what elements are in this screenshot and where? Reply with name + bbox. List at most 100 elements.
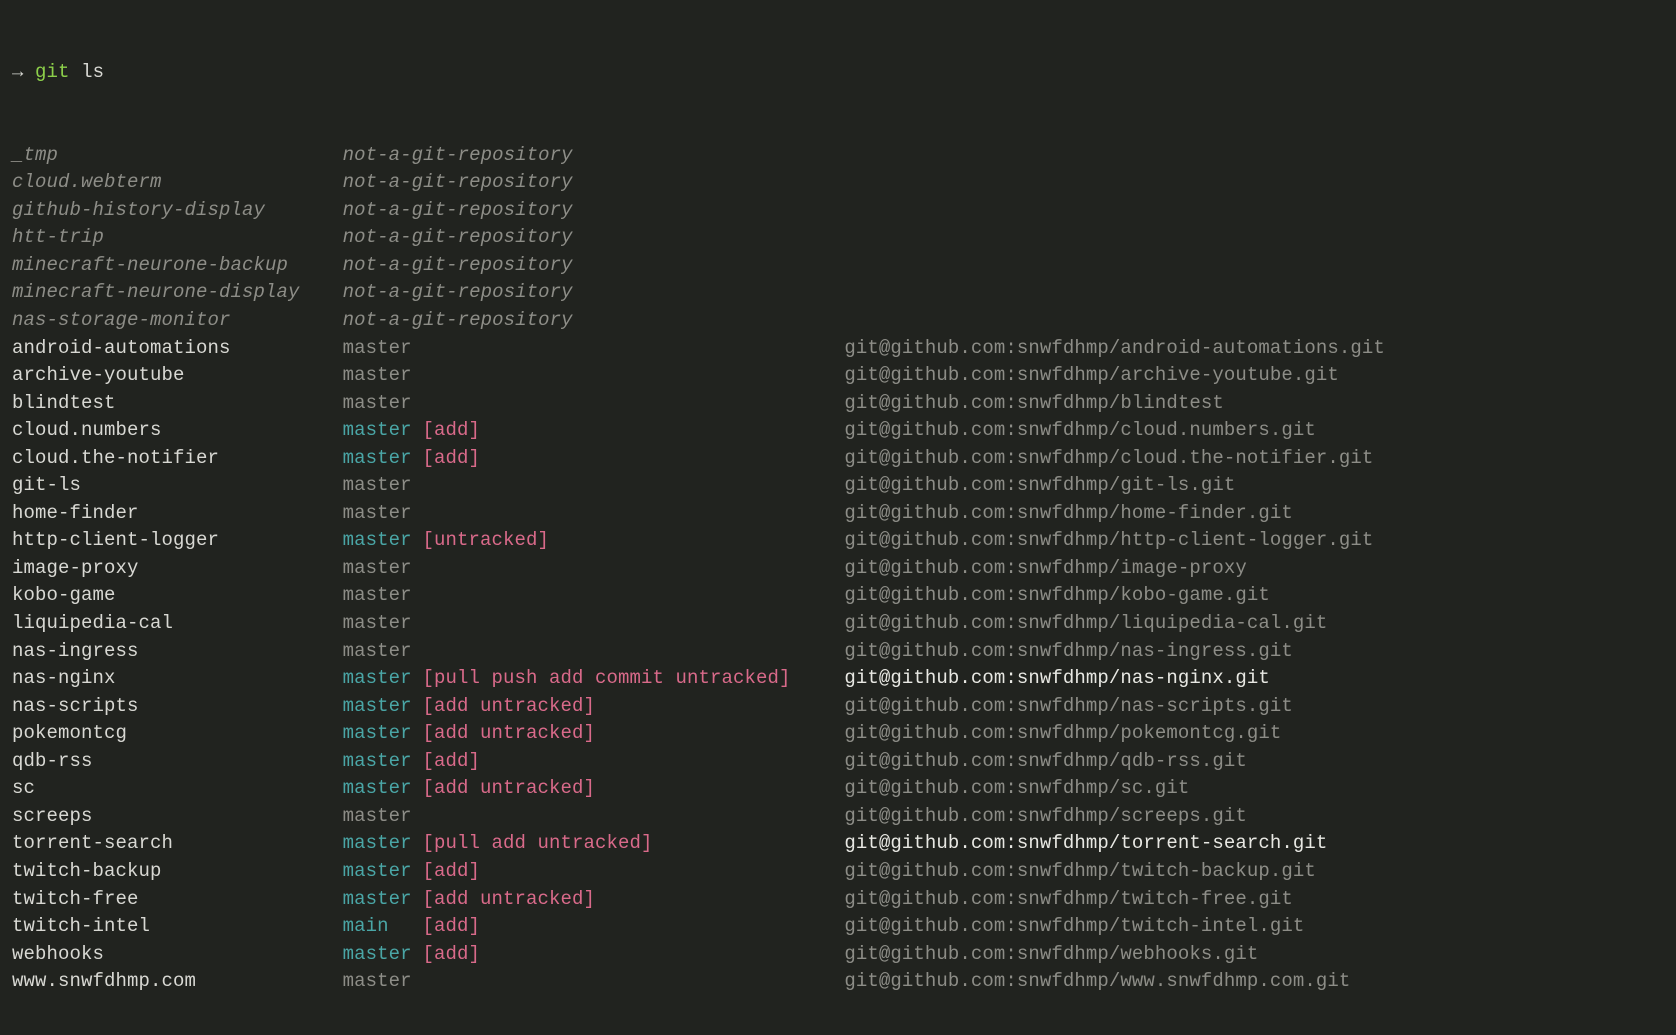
- directory-name: archive-youtube: [12, 362, 343, 390]
- list-item: nas-storage-monitornot-a-git-repository: [12, 307, 1664, 335]
- status-flags: [add untracked]: [422, 693, 844, 721]
- remote-url: git@github.com:snwfdhmp/liquipedia-cal.g…: [844, 610, 1327, 638]
- directory-name: blindtest: [12, 390, 343, 418]
- not-a-git-label: not-a-git-repository: [343, 142, 582, 170]
- directory-name: http-client-logger: [12, 527, 343, 555]
- branch-name: master: [343, 390, 423, 418]
- list-item: webhooksmaster[add]git@github.com:snwfdh…: [12, 941, 1664, 969]
- directory-name: liquipedia-cal: [12, 610, 343, 638]
- list-item: nas-ingressmaster git@github.com:snwfdhmp…: [12, 638, 1664, 666]
- directory-name: nas-scripts: [12, 693, 343, 721]
- directory-name: git-ls: [12, 472, 343, 500]
- directory-name: webhooks: [12, 941, 343, 969]
- directory-name: pokemontcg: [12, 720, 343, 748]
- status-flags: [add]: [422, 445, 844, 473]
- list-item: torrent-searchmaster[pull add untracked]…: [12, 830, 1664, 858]
- branch-name: master: [343, 582, 423, 610]
- directory-name: cloud.numbers: [12, 417, 343, 445]
- directory-name: torrent-search: [12, 830, 343, 858]
- branch-name: master: [343, 941, 423, 969]
- not-a-git-label: not-a-git-repository: [343, 169, 582, 197]
- remote-url: git@github.com:snwfdhmp/twitch-backup.gi…: [844, 858, 1316, 886]
- list-item: image-proxymastergit@github.com:snwfdhmp…: [12, 555, 1664, 583]
- status-flags: [add untracked]: [422, 775, 844, 803]
- prompt-command: git: [35, 61, 70, 83]
- branch-name: master: [343, 693, 423, 721]
- list-item: archive-youtubemastergit@github.com:snwf…: [12, 362, 1664, 390]
- directory-name: home-finder: [12, 500, 343, 528]
- list-item: twitch-backupmaster[add]git@github.com:s…: [12, 858, 1664, 886]
- list-item: github-history-displaynot-a-git-reposito…: [12, 197, 1664, 225]
- status-flags: [add]: [422, 858, 844, 886]
- remote-url: git@github.com:snwfdhmp/http-client-logg…: [844, 527, 1373, 555]
- directory-name: qdb-rss: [12, 748, 343, 776]
- list-item: _tmpnot-a-git-repository: [12, 142, 1664, 170]
- status-flags: [add untracked]: [422, 720, 844, 748]
- prompt-arrow-icon: →: [12, 61, 24, 83]
- remote-url: git@github.com:snwfdhmp/android-automati…: [844, 335, 1385, 363]
- remote-url: git@github.com:snwfdhmp/sc.git: [844, 775, 1189, 803]
- branch-name: master: [343, 748, 423, 776]
- list-item: kobo-gamemaster git@github.com:snwfdhmp/k…: [12, 582, 1664, 610]
- remote-url: git@github.com:snwfdhmp/git-ls.git: [844, 472, 1235, 500]
- branch-name: master: [343, 500, 423, 528]
- not-a-git-label: not-a-git-repository: [343, 224, 582, 252]
- list-item: git-lsmastergit@github.com:snwfdhmp/git-…: [12, 472, 1664, 500]
- remote-url: git@github.com:snwfdhmp/qdb-rss.git: [844, 748, 1247, 776]
- directory-name: minecraft-neurone-display: [12, 279, 343, 307]
- directory-name: _tmp: [12, 142, 343, 170]
- list-item: liquipedia-calmastergit@github.com:snwfd…: [12, 610, 1664, 638]
- remote-url: git@github.com:snwfdhmp/nas-scripts.git: [844, 693, 1293, 721]
- list-item: scmaster[add untracked]git@github.com:sn…: [12, 775, 1664, 803]
- directory-name: nas-ingress: [12, 638, 343, 666]
- not-a-git-label: not-a-git-repository: [343, 197, 582, 225]
- status-flags: [add]: [422, 913, 844, 941]
- branch-name: master: [343, 775, 423, 803]
- branch-name: master: [343, 555, 423, 583]
- status-flags: [add]: [422, 748, 844, 776]
- not-a-git-label: not-a-git-repository: [343, 279, 582, 307]
- directory-name: android-automations: [12, 335, 343, 363]
- list-item: pokemontcgmaster[add untracked]git@githu…: [12, 720, 1664, 748]
- remote-url: git@github.com:snwfdhmp/home-finder.git: [844, 500, 1293, 528]
- branch-name: master: [343, 362, 423, 390]
- list-item: www.snwfdhmp.commastergit@github.com:snw…: [12, 968, 1664, 996]
- remote-url: git@github.com:snwfdhmp/nas-ingress.git: [844, 638, 1293, 666]
- remote-url: git@github.com:snwfdhmp/nas-nginx.git: [844, 665, 1270, 693]
- branch-name: master: [343, 445, 423, 473]
- directory-name: github-history-display: [12, 197, 343, 225]
- status-flags: [pull push add commit untracked]: [422, 665, 844, 693]
- list-item: twitch-freemaster[add untracked]git@gith…: [12, 886, 1664, 914]
- list-item: nas-scriptsmaster[add untracked]git@gith…: [12, 693, 1664, 721]
- list-item: home-findermaster git@github.com:snwfdhmp…: [12, 500, 1664, 528]
- status-flags: [pull add untracked]: [422, 830, 844, 858]
- remote-url: git@github.com:snwfdhmp/screeps.git: [844, 803, 1247, 831]
- branch-name: master: [343, 830, 423, 858]
- prompt-argument: ls: [81, 61, 104, 83]
- directory-name: nas-nginx: [12, 665, 343, 693]
- directory-name: cloud.webterm: [12, 169, 343, 197]
- list-item: cloud.the-notifiermaster[add]git@github.…: [12, 445, 1664, 473]
- remote-url: git@github.com:snwfdhmp/pokemontcg.git: [844, 720, 1281, 748]
- branch-name: master: [343, 886, 423, 914]
- branch-name: master: [343, 968, 423, 996]
- list-item: minecraft-neurone-backupnot-a-git-reposi…: [12, 252, 1664, 280]
- directory-name: sc: [12, 775, 343, 803]
- directory-name: twitch-backup: [12, 858, 343, 886]
- remote-url: git@github.com:snwfdhmp/webhooks.git: [844, 941, 1258, 969]
- output-rows: _tmpnot-a-git-repositorycloud.webtermnot…: [12, 142, 1664, 996]
- list-item: blindtestmastergit@github.com:snwfdhmp/b…: [12, 390, 1664, 418]
- list-item: minecraft-neurone-displaynot-a-git-repos…: [12, 279, 1664, 307]
- list-item: screepsmastergit@github.com:snwfdhmp/scr…: [12, 803, 1664, 831]
- branch-name: main: [343, 913, 423, 941]
- directory-name: kobo-game: [12, 582, 343, 610]
- remote-url: git@github.com:snwfdhmp/kobo-game.git: [844, 582, 1270, 610]
- directory-name: minecraft-neurone-backup: [12, 252, 343, 280]
- branch-name: master: [343, 638, 423, 666]
- branch-name: master: [343, 527, 423, 555]
- branch-name: master: [343, 417, 423, 445]
- list-item: android-automationsmastergit@github.com:…: [12, 335, 1664, 363]
- directory-name: twitch-intel: [12, 913, 343, 941]
- list-item: cloud.numbersmaster[add]git@github.com:s…: [12, 417, 1664, 445]
- terminal[interactable]: → git ls _tmpnot-a-git-repositorycloud.w…: [0, 0, 1676, 1035]
